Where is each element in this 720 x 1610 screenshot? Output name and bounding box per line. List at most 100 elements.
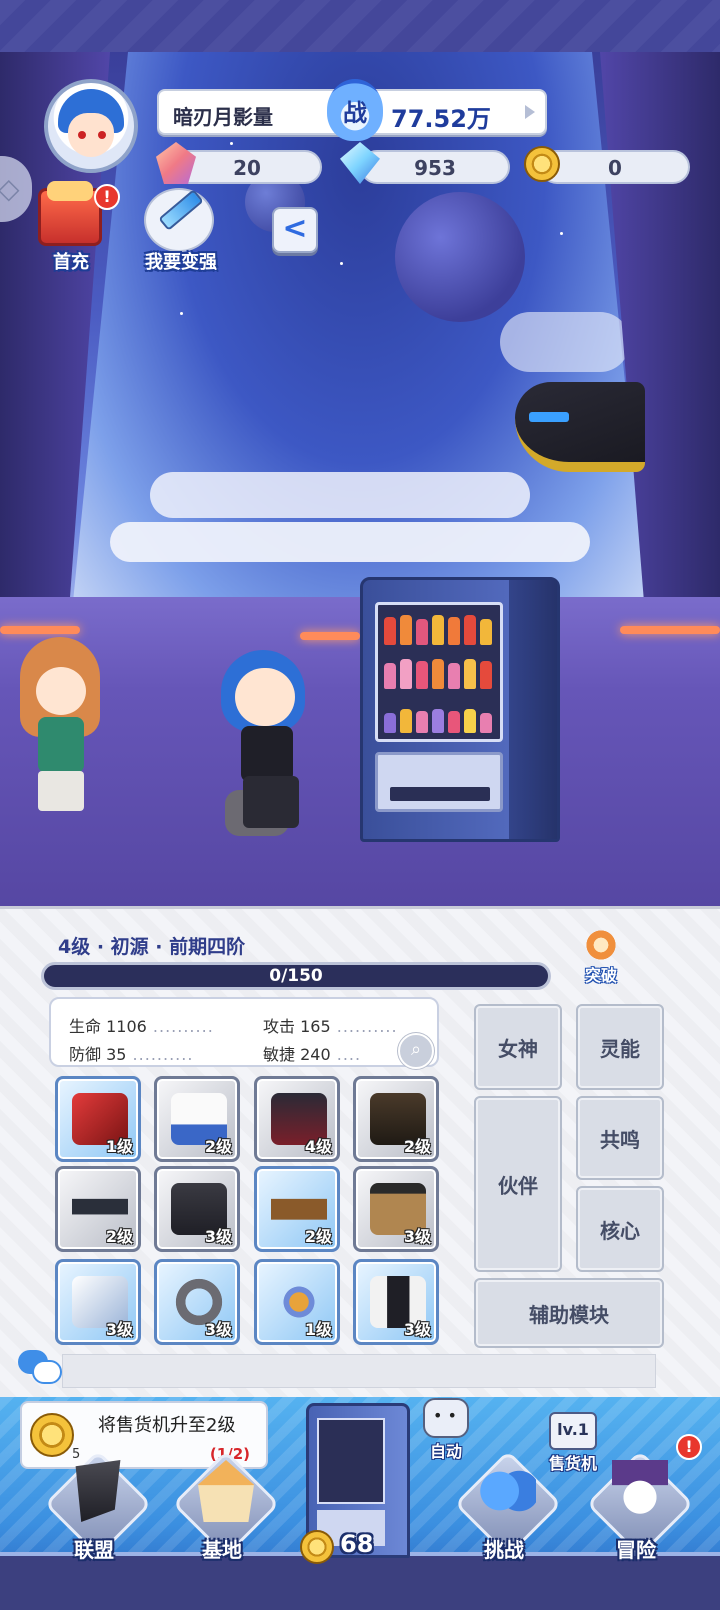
stats-box: 生命 1106 .......... 攻击 165 .......... 防御 … [49,997,439,1067]
core-button[interactable]: 核心 [576,1186,664,1272]
gold-coin-icon [524,146,560,182]
level-title: 4级 · 初源 · 前期四阶 [58,936,246,958]
cloud [110,522,590,562]
equip-level: 4级 [304,1137,332,1156]
combat-power-value: 77.52万 [391,105,491,133]
player-name: 暗刃月影量 [173,105,273,129]
equip-level: 2级 [105,1227,133,1246]
stat-def: 防御 35 .......... [69,1045,194,1064]
body [38,717,84,773]
player-avatar[interactable] [44,79,138,173]
equip-slot-coat[interactable]: 3级 [353,1259,439,1345]
equip-level: 1级 [105,1137,133,1156]
avatar-eye [78,131,86,139]
vending-glass [375,602,503,742]
vending-price: 68 [300,1530,410,1564]
pirate-skull-icon [612,1460,668,1522]
equip-slot-shorts[interactable]: 3级 [353,1166,439,1252]
collapse-button[interactable]: < [272,207,318,253]
planet [395,192,525,322]
vending-machine[interactable] [360,577,560,842]
equip-slot-jacket[interactable]: 4级 [254,1076,340,1162]
psionic-button[interactable]: 灵能 [576,1004,664,1090]
alert-badge: ! [94,184,120,210]
resonance-button[interactable]: 共鸣 [576,1096,664,1180]
equip-level: 1级 [304,1320,332,1339]
equip-slot-pistol[interactable]: 1级 [55,1076,141,1162]
top-status-strip [0,0,720,52]
stat-hp: 生命 1106 .......... [69,1017,214,1036]
equip-level: 3级 [403,1227,431,1246]
heroine-character[interactable] [10,637,110,817]
star [180,312,183,315]
aux-module-button[interactable]: 辅助模块 [474,1278,664,1348]
bar-notch-icon [525,105,535,119]
partner-button[interactable]: 伙伴 [474,1096,562,1272]
nav-alliance[interactable]: 联盟 [42,1440,152,1570]
nav-base-tab[interactable]: 基地 [170,1440,280,1570]
star [230,142,233,145]
flame-icon [584,928,618,962]
face [36,667,86,715]
star [340,262,343,265]
resource-gold-coin[interactable]: 0 [540,150,690,184]
equip-level: 2级 [304,1227,332,1246]
nav-challenge[interactable]: 挑战 [452,1440,562,1570]
equip-level: 3级 [204,1227,232,1246]
resource-blue-diamond[interactable]: 953 [360,150,510,184]
star [560,232,563,235]
robot-icon [423,1398,469,1438]
floor-light [620,626,720,634]
get-stronger-button[interactable]: 我要变强 [140,188,222,278]
floor-light [300,632,360,640]
equip-slot-cap[interactable]: 2级 [154,1076,240,1162]
chat-icon[interactable] [18,1350,62,1386]
vending-price-value: 68 [340,1530,374,1558]
first-recharge-button[interactable]: ! 首充 [30,181,120,278]
nav-adventure[interactable]: ! 冒险 [584,1434,702,1570]
gold-coin-count: 0 [608,156,622,180]
equip-level: 2级 [204,1137,232,1156]
equip-slot-wing[interactable]: 3级 [55,1259,141,1345]
equip-slot-glove[interactable]: 3级 [154,1166,240,1252]
bottle-row [384,657,496,689]
equip-slot-glasses[interactable]: 2级 [55,1166,141,1252]
hero-character[interactable] [205,650,325,840]
floor-light [0,626,80,634]
goddess-button[interactable]: 女神 [474,1004,562,1090]
equip-level: 3级 [105,1320,133,1339]
blue-diamond-count: 953 [414,156,456,180]
legs [243,776,299,828]
chat-bar[interactable] [62,1354,656,1388]
cloud [150,472,530,518]
stats-detail-search-icon[interactable]: ⌕ [398,1033,434,1069]
stat-atk: 攻击 165 .......... [263,1017,398,1036]
base-label: 基地 [202,1538,242,1562]
boxing-gloves-icon [480,1460,536,1522]
breakthrough-button[interactable]: 突破 [578,928,624,986]
alliance-label: 联盟 [74,1538,114,1562]
body [241,726,293,782]
equip-slot-ring[interactable]: 3级 [154,1259,240,1345]
breakthrough-label: 突破 [584,966,617,985]
equip-level: 3级 [204,1320,232,1339]
equip-level: 3级 [403,1320,431,1339]
adventure-label: 冒险 [616,1538,656,1562]
bottle-row [384,701,496,733]
equip-slot-necklace[interactable]: 1级 [254,1259,340,1345]
avatar-face [68,113,114,157]
get-stronger-label: 我要变强 [145,252,217,273]
equip-level: 2级 [403,1137,431,1156]
player-name-bar[interactable]: 暗刃月影量 战 77.52万 [157,79,547,141]
vending-side [509,580,557,839]
challenge-label: 挑战 [484,1538,524,1562]
vending-dispenser [375,752,503,812]
vm-glass [317,1418,385,1504]
equip-slot-boots[interactable]: 2级 [353,1076,439,1162]
stat-agi: 敏捷 240 .... [263,1045,362,1064]
equip-slot-belt[interactable]: 2级 [254,1166,340,1252]
xp-text: 0/150 [269,966,323,986]
resource-red-gem[interactable]: 20 [172,150,322,184]
xp-progress-bar: 0/150 [41,962,551,990]
gold-coin-icon [300,1530,334,1564]
